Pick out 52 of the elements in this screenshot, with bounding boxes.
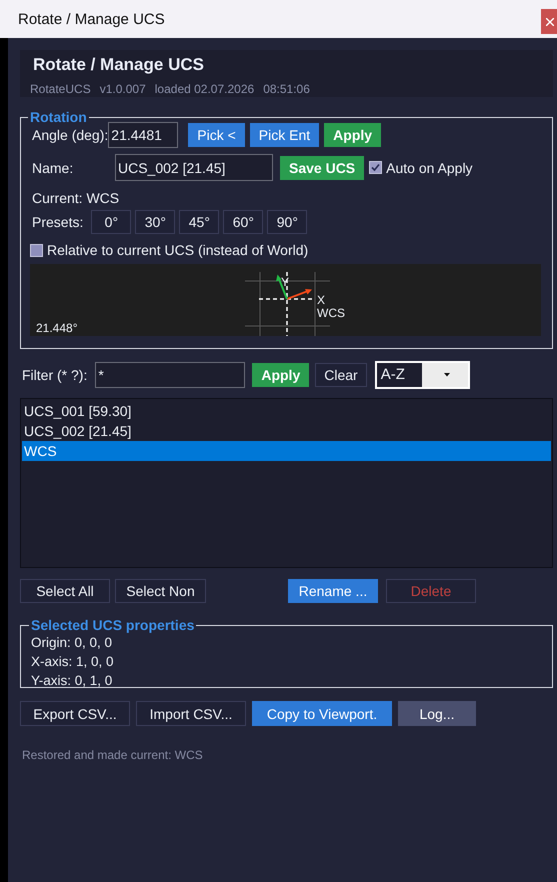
caret-icon xyxy=(444,373,450,377)
window-title: Rotate / Manage UCS xyxy=(18,10,165,28)
current-ucs-label: Current: WCS xyxy=(32,190,120,206)
action-button[interactable]: Export CSV... xyxy=(20,701,130,726)
group-title: Selected UCS properties xyxy=(30,617,196,633)
filter-field[interactable]: * xyxy=(95,362,246,388)
group-title: Rotation xyxy=(29,109,88,125)
checkbox-label[interactable]: Auto on Apply xyxy=(386,160,473,176)
action-button[interactable]: Log... xyxy=(398,701,476,726)
angle-field[interactable]: 21.4481 xyxy=(108,122,178,148)
list-item[interactable]: UCS_002 [21.45] xyxy=(22,421,551,441)
list-button[interactable]: Select Non xyxy=(115,579,206,603)
checkbox[interactable] xyxy=(30,244,43,256)
axis-label: X xyxy=(317,293,326,307)
checkbox-label[interactable]: Relative to current UCS (instead of World) xyxy=(47,242,308,258)
name-field[interactable]: UCS_002 [21.45] xyxy=(115,154,273,181)
status-message: Restored and made current: WCS xyxy=(22,748,203,762)
filter-button[interactable]: Clear xyxy=(315,363,367,387)
list-item[interactable]: WCS xyxy=(22,441,551,461)
panel-title: Rotate / Manage UCS xyxy=(33,55,204,75)
action-button[interactable]: Copy to Viewport. xyxy=(252,701,392,726)
list-button[interactable]: Select All xyxy=(20,579,110,603)
preset-button[interactable]: 0° xyxy=(91,210,132,234)
angle-readout: 21.448° xyxy=(36,321,78,335)
list-item[interactable]: UCS_001 [59.30] xyxy=(22,401,551,421)
property-line: Origin: 0, 0, 0 xyxy=(31,634,112,652)
ucs-list[interactable]: UCS_001 [59.30] UCS_002 [21.45] WCS xyxy=(20,398,553,568)
close-icon xyxy=(546,18,554,26)
crosshair-lines xyxy=(259,272,314,336)
field-label: Angle (deg): xyxy=(32,127,108,143)
version-info: v1.0.007 xyxy=(100,82,146,96)
list-button[interactable]: Rename ... xyxy=(288,579,378,603)
checkbox[interactable] xyxy=(369,161,382,174)
sort-dropdown[interactable]: A-Z xyxy=(374,361,470,389)
filter-label: Filter (* ?): xyxy=(22,367,88,383)
property-line: Y-axis: 0, 1, 0 xyxy=(31,672,112,690)
action-button[interactable]: Pick < xyxy=(188,123,245,147)
version-info: RotateUCS xyxy=(30,82,91,96)
field-label: Presets: xyxy=(32,214,84,230)
preset-button[interactable]: 45° xyxy=(179,210,220,234)
close-button[interactable] xyxy=(541,9,557,34)
version-info: loaded 02.07.2026 xyxy=(154,82,254,96)
preset-button[interactable]: 60° xyxy=(223,210,264,234)
property-line: X-axis: 1, 0, 0 xyxy=(31,653,114,671)
preset-button[interactable]: 30° xyxy=(135,210,176,234)
x-axis-arrow xyxy=(286,289,312,300)
action-button[interactable]: Import CSV... xyxy=(136,701,246,726)
action-button[interactable]: Pick Ent xyxy=(250,123,320,147)
version-info: 08:51:06 xyxy=(263,82,310,96)
field-label: Name: xyxy=(32,160,74,176)
preset-button[interactable]: 90° xyxy=(267,210,308,234)
ucs-label: WCS xyxy=(317,306,345,320)
